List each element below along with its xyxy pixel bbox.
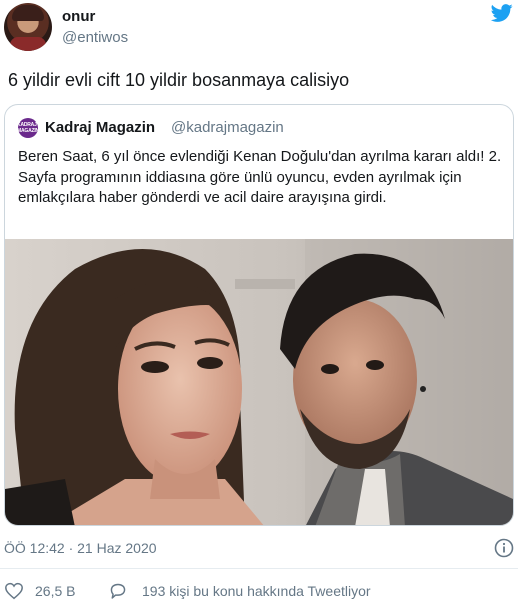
tweet-text: 6 yildir evli cift 10 yildir bosanmaya c… <box>8 70 350 90</box>
heart-icon[interactable] <box>4 582 24 600</box>
author-avatar[interactable] <box>4 3 52 51</box>
avatar-hat <box>12 5 44 21</box>
photo-of-couple <box>5 239 513 525</box>
divider <box>0 568 518 569</box>
like-count[interactable]: 26,5 B <box>35 583 75 599</box>
avatar-scarf <box>10 37 46 51</box>
quoted-avatar-logo-text: KADRAJ MAGAZIN <box>17 122 39 134</box>
quoted-avatar: KADRAJ MAGAZIN <box>17 118 39 138</box>
quoted-tweet[interactable]: KADRAJ MAGAZIN Kadraj Magazin @kadrajmag… <box>4 104 514 526</box>
quoted-photo[interactable] <box>5 239 513 525</box>
quoted-author-name: Kadraj Magazin <box>45 119 156 136</box>
info-icon[interactable] <box>494 538 514 558</box>
comment-icon[interactable] <box>108 582 128 600</box>
action-bar: 26,5 B 193 kişi bu konu hakkında Tweetli… <box>0 580 518 604</box>
author-handle[interactable]: @entiwos <box>62 29 128 46</box>
tweet-timestamp[interactable]: ÖÖ 12:42 · 21 Haz 2020 <box>4 540 157 556</box>
author-name[interactable]: onur <box>62 8 95 25</box>
quoted-tweet-text: Beren Saat, 6 yıl önce evlendiği Kenan D… <box>18 148 502 206</box>
conversation-link[interactable]: 193 kişi bu konu hakkında Tweetliyor <box>142 583 371 599</box>
quoted-author-handle: @kadrajmagazin <box>171 119 284 136</box>
tweet-header: onur @entiwos <box>0 0 518 60</box>
twitter-bird-icon[interactable] <box>490 2 514 24</box>
